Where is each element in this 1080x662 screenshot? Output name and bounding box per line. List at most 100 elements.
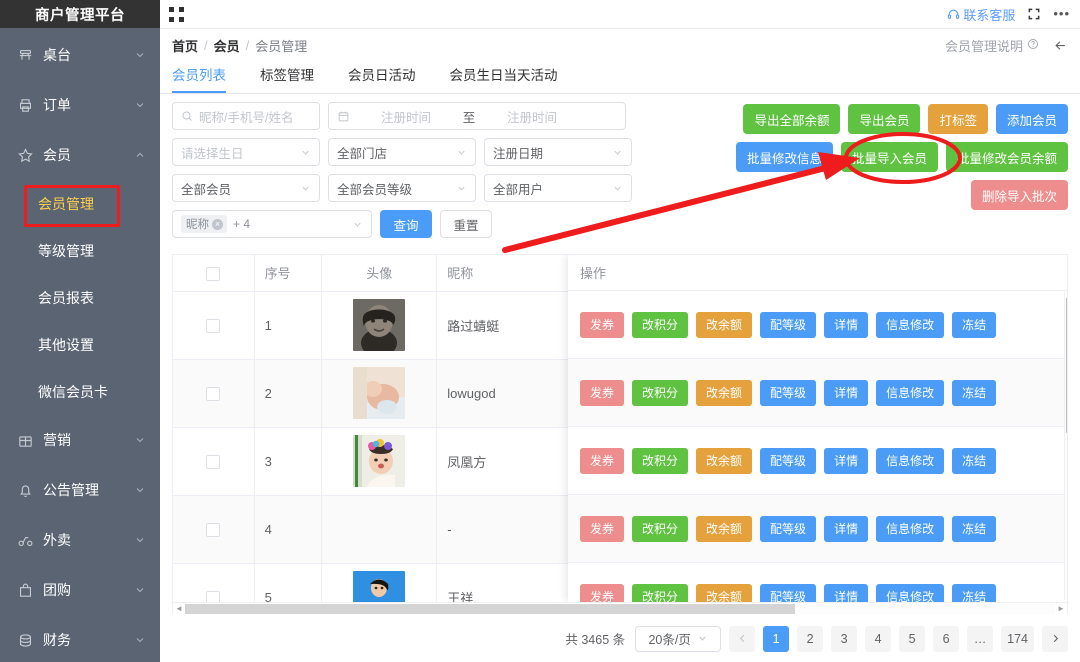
sidebar-item-other-settings[interactable]: 其他设置 [0,321,160,368]
page-button-4[interactable]: 4 [865,625,892,652]
add-member-button[interactable]: 添加会员 [995,104,1068,134]
row-checkbox[interactable] [206,386,221,401]
edit-balance-button[interactable]: 改余额 [696,311,753,338]
sidebar-item-member-report[interactable]: 会员报表 [0,274,160,321]
batch-edit-info-button[interactable]: 批量修改信息 [735,142,833,172]
contact-support-button[interactable]: 联系客服 [947,5,1015,24]
add-tag-button[interactable]: 打标签 [928,104,988,134]
scrollbar-track[interactable] [185,603,1055,614]
prev-page-button[interactable] [729,625,756,652]
details-button[interactable]: 详情 [824,515,869,542]
sidebar-item-takeout[interactable]: 外卖 [0,515,160,565]
search-input[interactable]: 昵称/手机号/姓名 [172,102,320,130]
grid-icon[interactable] [168,5,185,23]
details-button[interactable]: 详情 [824,583,869,602]
store-select[interactable]: 全部门店 [328,138,476,166]
sidebar-item-desk[interactable]: 桌台 [0,30,160,80]
tab-birthday-activity[interactable]: 会员生日当天活动 [450,62,558,92]
sidebar-item-finance[interactable]: 财务 [0,615,160,662]
export-members-button[interactable]: 导出会员 [848,104,921,134]
edit-info-button[interactable]: 信息修改 [876,583,945,602]
batch-import-members-button[interactable]: 批量导入会员 [840,142,938,172]
query-button[interactable]: 查询 [380,210,432,238]
sidebar-item-order[interactable]: 订单 [0,80,160,130]
column-tag-chip[interactable]: 昵称 × [181,215,227,233]
edit-balance-button[interactable]: 改余额 [696,447,753,474]
tab-member-day-activity[interactable]: 会员日活动 [348,62,416,92]
user-select[interactable]: 全部用户 [484,174,632,202]
sidebar-item-marketing[interactable]: 营销 [0,415,160,465]
operation-vertical-scrollbar[interactable] [1064,292,1068,600]
page-button-1[interactable]: 1 [763,625,790,652]
edit-points-button[interactable]: 改积分 [632,379,689,406]
page-button-last[interactable]: 174 [1001,625,1034,652]
breadcrumb-item-home[interactable]: 首页 [172,36,198,55]
issue-coupon-button[interactable]: 发券 [580,515,625,542]
register-date-range[interactable]: 注册时间 至 注册时间 [328,102,626,130]
row-checkbox[interactable] [206,318,221,333]
page-button-5[interactable]: 5 [899,625,926,652]
member-type-select[interactable]: 全部会员 [172,174,320,202]
scrollbar-thumb[interactable] [185,603,795,614]
page-button-2[interactable]: 2 [797,625,824,652]
edit-points-button[interactable]: 改积分 [632,447,689,474]
sidebar-item-level-management[interactable]: 等级管理 [0,227,160,274]
back-button[interactable] [1053,38,1068,53]
help-link[interactable]: 会员管理说明 [945,36,1039,55]
edit-points-button[interactable]: 改积分 [632,515,689,542]
register-date-select[interactable]: 注册日期 [484,138,632,166]
edit-balance-button[interactable]: 改余额 [696,379,753,406]
page-button-3[interactable]: 3 [831,625,858,652]
tab-tag-management[interactable]: 标签管理 [260,62,314,92]
next-page-button[interactable] [1042,625,1068,652]
breadcrumb-item-member[interactable]: 会员 [214,36,240,55]
sidebar-item-wechat-card[interactable]: 微信会员卡 [0,368,160,415]
member-level-select[interactable]: 全部会员等级 [328,174,476,202]
column-select[interactable]: 昵称 × + 4 [172,210,372,238]
sidebar-item-member[interactable]: 会员 [0,130,160,180]
scroll-up-icon[interactable] [1067,293,1068,297]
freeze-button[interactable]: 冻结 [952,379,997,406]
assign-level-button[interactable]: 配等级 [760,515,817,542]
edit-balance-button[interactable]: 改余额 [696,583,753,602]
issue-coupon-button[interactable]: 发券 [580,447,625,474]
freeze-button[interactable]: 冻结 [952,447,997,474]
close-icon[interactable]: × [212,218,223,230]
export-all-balance-button[interactable]: 导出全部余额 [743,104,841,134]
fullscreen-icon[interactable] [1027,7,1041,21]
assign-level-button[interactable]: 配等级 [760,379,817,406]
row-checkbox[interactable] [206,454,221,469]
sidebar-item-groupbuy[interactable]: 团购 [0,565,160,615]
sidebar-item-announcement[interactable]: 公告管理 [0,465,160,515]
assign-level-button[interactable]: 配等级 [760,447,817,474]
scrollbar-thumb[interactable] [1066,298,1067,433]
row-checkbox[interactable] [206,522,221,537]
edit-info-button[interactable]: 信息修改 [876,379,945,406]
sidebar-item-member-management[interactable]: 会员管理 [0,180,160,227]
page-size-select[interactable]: 20条/页 [635,625,722,652]
freeze-button[interactable]: 冻结 [952,515,997,542]
batch-edit-balance-button[interactable]: 批量修改会员余额 [945,142,1068,172]
more-icon[interactable]: ••• [1053,7,1070,20]
details-button[interactable]: 详情 [824,447,869,474]
scroll-down-icon[interactable] [1067,595,1068,599]
scroll-right-icon[interactable]: ► [1055,603,1067,615]
tab-member-list[interactable]: 会员列表 [172,62,226,93]
edit-points-button[interactable]: 改积分 [632,583,689,602]
page-button-6[interactable]: 6 [933,625,960,652]
edit-info-button[interactable]: 信息修改 [876,515,945,542]
page-ellipsis[interactable]: … [967,625,994,652]
details-button[interactable]: 详情 [824,379,869,406]
assign-level-button[interactable]: 配等级 [760,311,817,338]
issue-coupon-button[interactable]: 发券 [580,311,625,338]
table-horizontal-scrollbar[interactable]: ◄ ► [173,602,1067,614]
edit-points-button[interactable]: 改积分 [632,311,689,338]
delete-import-batch-button[interactable]: 删除导入批次 [970,180,1068,210]
freeze-button[interactable]: 冻结 [952,583,997,602]
edit-balance-button[interactable]: 改余额 [696,515,753,542]
details-button[interactable]: 详情 [824,311,869,338]
freeze-button[interactable]: 冻结 [952,311,997,338]
issue-coupon-button[interactable]: 发券 [580,583,625,602]
edit-info-button[interactable]: 信息修改 [876,447,945,474]
edit-info-button[interactable]: 信息修改 [876,311,945,338]
